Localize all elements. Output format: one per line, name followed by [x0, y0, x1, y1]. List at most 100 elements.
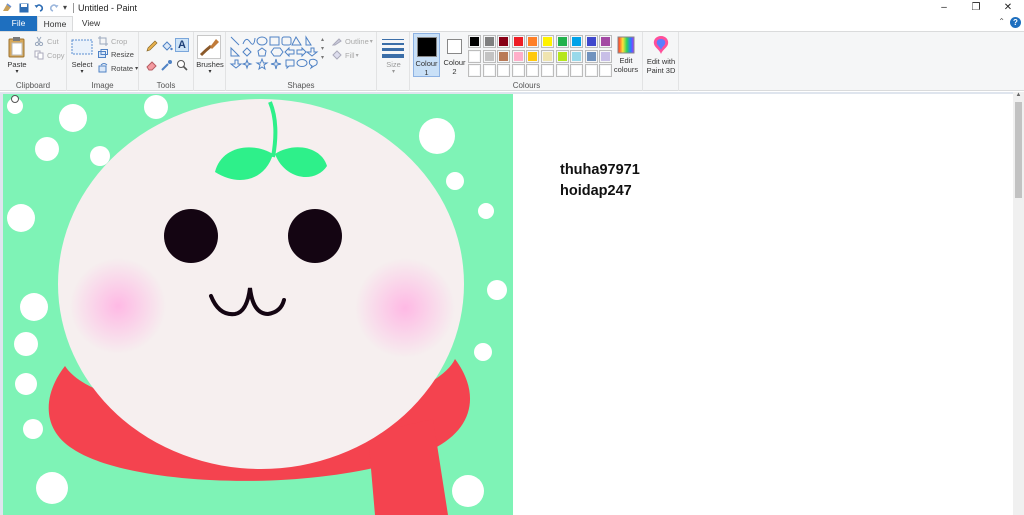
colour-swatch[interactable] — [555, 35, 569, 48]
edit-colours-label: Edit colours — [613, 56, 639, 74]
shapes-scroll[interactable]: ▴ ▾ ▾ — [321, 36, 324, 63]
colour-swatch[interactable] — [555, 49, 569, 63]
crop-button[interactable]: Crop — [98, 36, 127, 46]
colour-swatch[interactable] — [482, 49, 496, 63]
canvas-text-line-1: thuha97971 — [560, 162, 640, 178]
brushes-button[interactable] — [197, 35, 221, 59]
edit-with-paint3d-button[interactable]: Edit with Paint 3D — [643, 35, 679, 79]
colour-swatch[interactable] — [599, 35, 613, 48]
redo-icon[interactable] — [49, 3, 59, 13]
shapes-gallery[interactable] — [228, 34, 320, 78]
undo-icon[interactable] — [34, 3, 44, 13]
colour-swatch[interactable] — [541, 64, 554, 77]
minimize-button[interactable]: – — [928, 0, 960, 16]
colour-swatch-fill — [572, 66, 582, 75]
vertical-scrollbar[interactable]: ▲ — [1013, 92, 1024, 515]
colour-swatch[interactable] — [482, 64, 496, 77]
colour-swatch-fill — [528, 37, 538, 46]
colour-swatch[interactable] — [497, 35, 511, 48]
colour-swatch[interactable] — [584, 49, 598, 63]
colour-swatch[interactable] — [541, 35, 554, 48]
canvas-resize-handle[interactable] — [11, 95, 19, 103]
fill-bucket-icon[interactable] — [161, 40, 173, 52]
colour-swatch-fill — [499, 51, 509, 61]
colour-swatch[interactable] — [555, 64, 569, 77]
colour-swatch[interactable] — [468, 35, 481, 48]
fill-button[interactable]: Fill ▾ — [332, 50, 359, 60]
colour-swatch[interactable] — [511, 64, 525, 77]
fill-label: Fill — [345, 50, 355, 60]
colour2-swatch — [447, 39, 462, 54]
collapse-ribbon-icon[interactable]: ⌃ — [998, 17, 1005, 26]
colour-swatch[interactable] — [526, 35, 540, 48]
pencil-icon[interactable] — [146, 40, 158, 52]
select-dropdown-arrow[interactable]: ▾ — [69, 68, 95, 77]
rotate-button[interactable]: Rotate ▾ — [98, 63, 138, 73]
colour-swatch-fill — [543, 51, 552, 61]
resize-icon — [98, 49, 108, 58]
colour-swatch[interactable] — [468, 49, 481, 63]
colour-swatch[interactable] — [570, 64, 584, 77]
colour-swatch[interactable] — [570, 49, 584, 63]
right-eye — [288, 209, 342, 263]
colour-swatch[interactable] — [541, 49, 554, 63]
select-icon[interactable] — [71, 38, 93, 56]
magnifier-icon[interactable] — [176, 59, 188, 71]
colour-swatch-fill — [572, 51, 582, 61]
colour-swatch[interactable] — [511, 49, 525, 63]
colour2-button[interactable]: Colour 2 — [441, 33, 468, 77]
colour-swatch[interactable] — [570, 35, 584, 48]
fill-icon — [332, 50, 342, 60]
paint3d-icon — [653, 36, 669, 54]
colour-swatch-fill — [484, 51, 494, 61]
size-button[interactable] — [382, 37, 404, 58]
text-tool-button[interactable]: A — [175, 38, 189, 52]
colour-swatch[interactable] — [497, 64, 511, 77]
colour-swatch[interactable] — [511, 35, 525, 48]
outline-label: Outline — [345, 36, 369, 46]
colour-swatch[interactable] — [526, 64, 540, 77]
outline-button[interactable]: Outline ▾ — [332, 36, 373, 46]
left-cheek — [70, 258, 166, 354]
colour-swatch[interactable] — [584, 35, 598, 48]
clipboard-group-label: Clipboard — [15, 81, 51, 90]
paste-dropdown-arrow[interactable]: ▾ — [5, 68, 29, 77]
rotate-dropdown-arrow[interactable]: ▾ — [135, 65, 138, 72]
colour-swatch-fill — [499, 37, 509, 46]
save-icon[interactable] — [19, 3, 29, 13]
cut-button[interactable]: Cut — [34, 36, 59, 46]
brushes-dropdown-arrow[interactable]: ▾ — [195, 68, 225, 77]
fill-dropdown-arrow[interactable]: ▾ — [356, 52, 359, 59]
edit-colours-button[interactable]: Edit colours — [612, 35, 640, 79]
resize-label: Resize — [111, 49, 134, 59]
tab-view[interactable]: View — [74, 16, 108, 31]
colour-swatch[interactable] — [526, 49, 540, 63]
colour-swatch-fill — [513, 51, 523, 61]
restore-button[interactable]: ❐ — [960, 0, 992, 16]
eraser-icon[interactable] — [146, 59, 158, 71]
colour-swatch[interactable] — [468, 64, 481, 77]
paste-icon[interactable] — [7, 36, 27, 58]
color-picker-icon[interactable] — [161, 59, 173, 71]
close-button[interactable]: ✕ — [992, 0, 1024, 16]
tab-file[interactable]: File — [0, 16, 37, 31]
colour-swatch[interactable] — [584, 64, 598, 77]
help-icon[interactable]: ? — [1010, 17, 1021, 28]
colour1-button[interactable]: Colour 1 — [413, 33, 440, 77]
colour2-label: Colour 2 — [443, 58, 466, 76]
copy-button[interactable]: Copy — [34, 50, 65, 60]
colour-swatch[interactable] — [497, 49, 511, 63]
scroll-up-arrow[interactable]: ▲ — [1013, 92, 1024, 101]
rotate-label: Rotate — [111, 63, 134, 73]
drawing-canvas[interactable]: thuha97971 hoidap247 — [3, 94, 1013, 515]
tab-home[interactable]: Home — [37, 16, 73, 31]
scroll-thumb[interactable] — [1015, 102, 1022, 198]
size-dropdown-arrow[interactable]: ▾ — [377, 68, 410, 77]
customize-quick-access-button[interactable]: ▾ — [63, 3, 67, 12]
colour-swatch[interactable] — [482, 35, 496, 48]
outline-dropdown-arrow[interactable]: ▾ — [370, 38, 373, 45]
resize-button[interactable]: Resize — [98, 49, 134, 59]
colour-swatch-fill — [470, 37, 479, 46]
brushes-group: Brushes ▾ — [194, 32, 226, 91]
colour-swatch-fill — [557, 66, 567, 75]
